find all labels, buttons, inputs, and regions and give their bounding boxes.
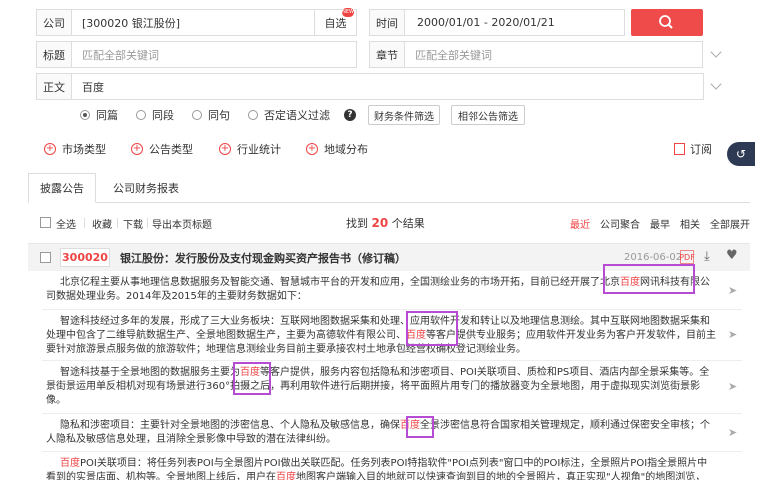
sort-latest[interactable]: 最近 xyxy=(570,216,590,231)
subscribe-button[interactable]: 订阅 xyxy=(674,141,712,157)
title-row: 标题 匹配全部关键词 xyxy=(36,41,357,68)
keyword-highlight: 百度 xyxy=(276,472,296,480)
refresh-icon[interactable]: ↺ xyxy=(727,142,755,166)
title-label: 标题 xyxy=(36,41,72,68)
help-icon[interactable]: ? xyxy=(344,109,356,121)
plus-icon: + xyxy=(219,143,231,155)
share-icon[interactable]: ➤ xyxy=(728,284,737,297)
divider xyxy=(42,309,742,310)
body-input[interactable]: 百度 xyxy=(72,73,704,100)
company-row: 公司 [300020 银江股份] 自选 NEW xyxy=(36,8,357,36)
share-icon[interactable]: ➤ xyxy=(728,328,737,341)
search-button[interactable] xyxy=(631,9,703,36)
record-date: 2016-06-02 xyxy=(624,252,683,263)
body-row: 正文 百度 xyxy=(36,73,704,100)
paragraph: 智途科技经过多年的发展，形成了三大业务板块：互联网地图数据采集和处理、应用软件开… xyxy=(46,316,716,355)
paragraph: 智途科技基于全景地图的数据服务主要为百度等客户提供，服务内容包括隐私和涉密项目、… xyxy=(46,367,710,406)
tab-bar: 披露公告 公司财务报表 xyxy=(28,173,750,203)
highlight-box xyxy=(233,362,271,395)
sort-relevance[interactable]: 相关 xyxy=(680,216,700,231)
export-titles-button[interactable]: 导出本页标题 xyxy=(152,216,212,231)
result-count: 找到 20 个结果 xyxy=(346,216,425,230)
divider xyxy=(117,218,118,228)
radio-same-doc[interactable]: 同篇 xyxy=(80,107,118,123)
expand-all[interactable]: 全部展开 xyxy=(710,216,750,231)
sort-earliest[interactable]: 最早 xyxy=(650,216,670,231)
chapter-row: 章节 匹配全部关键词 xyxy=(369,41,703,68)
select-all-label[interactable]: 全选 xyxy=(56,216,76,231)
chevron-down-icon[interactable] xyxy=(710,46,722,58)
body-label: 正文 xyxy=(36,73,72,100)
zixuan-label: 自选 xyxy=(324,16,347,30)
record-title[interactable]: 银江股份：发行股份及支付现金购买资产报告书（修订稿） xyxy=(120,250,406,266)
chevron-down-icon[interactable] xyxy=(710,78,722,90)
radio-icon xyxy=(192,110,202,120)
filter-region[interactable]: + 地域分布 xyxy=(306,141,368,157)
divider xyxy=(42,413,742,414)
search-icon xyxy=(659,15,673,29)
time-row: 时间 2000/01/01 - 2020/01/21 xyxy=(369,9,625,36)
radio-same-paragraph[interactable]: 同段 xyxy=(136,107,174,123)
share-icon[interactable]: ➤ xyxy=(728,426,737,439)
pdf-icon[interactable]: PDF xyxy=(679,250,695,264)
radio-icon xyxy=(136,110,146,120)
paragraph: 隐私和涉密项目：主要针对全景地图的涉密信息、个人隐私及敏感信息，确保百度全景涉密… xyxy=(46,420,710,445)
tab-financial-reports[interactable]: 公司财务报表 xyxy=(104,173,188,203)
chapter-input[interactable]: 匹配全部关键词 xyxy=(405,41,703,68)
highlight-box xyxy=(406,416,434,438)
filter-industry[interactable]: + 行业统计 xyxy=(219,141,281,157)
paragraph: 百度POI关联项目：将任务列表POI与全景图片POI做出关联匹配。任务列表POI… xyxy=(46,457,716,480)
collect-button[interactable]: 收藏 xyxy=(92,216,112,231)
result-toolbar: 全选 收藏 下载 导出本页标题 找到 20 个结果 最近 公司聚合 最早 相关 … xyxy=(28,212,750,234)
select-all-checkbox[interactable] xyxy=(40,217,51,228)
radio-icon xyxy=(248,110,258,120)
radio-icon xyxy=(80,110,90,120)
divider xyxy=(42,360,742,361)
download-icon[interactable]: ⤓ xyxy=(704,249,710,264)
adjacent-filter-button[interactable]: 相邻公告筛选 xyxy=(451,105,525,125)
plus-icon: + xyxy=(44,143,56,155)
company-label: 公司 xyxy=(36,9,72,36)
download-button[interactable]: 下载 xyxy=(123,216,143,231)
heart-icon[interactable]: ♥ xyxy=(726,248,738,263)
financial-filter-button[interactable]: 财务条件筛选 xyxy=(368,105,440,125)
bookmark-icon xyxy=(674,143,685,155)
keyword-highlight: 百度 xyxy=(60,458,80,469)
plus-icon: + xyxy=(131,143,143,155)
sort-company[interactable]: 公司聚合 xyxy=(600,216,640,231)
new-badge: NEW xyxy=(342,8,354,17)
divider xyxy=(42,451,742,452)
title-input[interactable]: 匹配全部关键词 xyxy=(72,41,357,68)
plus-icon: + xyxy=(306,143,318,155)
highlight-box xyxy=(603,264,695,294)
share-icon[interactable]: ➤ xyxy=(728,380,737,393)
divider xyxy=(147,218,148,228)
tab-disclosure[interactable]: 披露公告 xyxy=(28,173,96,203)
radio-same-sentence[interactable]: 同句 xyxy=(192,107,230,123)
sort-options: 最近 公司聚合 最早 相关 全部展开 xyxy=(560,216,750,231)
radio-negation-filter[interactable]: 否定语义过滤 xyxy=(248,107,330,123)
chapter-label: 章节 xyxy=(369,41,405,68)
zixuan-button[interactable]: 自选 NEW xyxy=(315,8,357,36)
filter-announcement-type[interactable]: + 公告类型 xyxy=(131,141,193,157)
filter-market-type[interactable]: + 市场类型 xyxy=(44,141,106,157)
highlight-box xyxy=(406,311,458,346)
record-checkbox[interactable] xyxy=(40,252,51,263)
divider xyxy=(84,218,85,228)
company-input[interactable]: [300020 银江股份] xyxy=(72,9,315,36)
match-options: 同篇 同段 同句 否定语义过滤 ? xyxy=(80,106,356,124)
time-label: 时间 xyxy=(369,9,405,36)
time-input[interactable]: 2000/01/01 - 2020/01/21 xyxy=(405,9,625,36)
stock-code[interactable]: 300020 xyxy=(60,248,110,267)
